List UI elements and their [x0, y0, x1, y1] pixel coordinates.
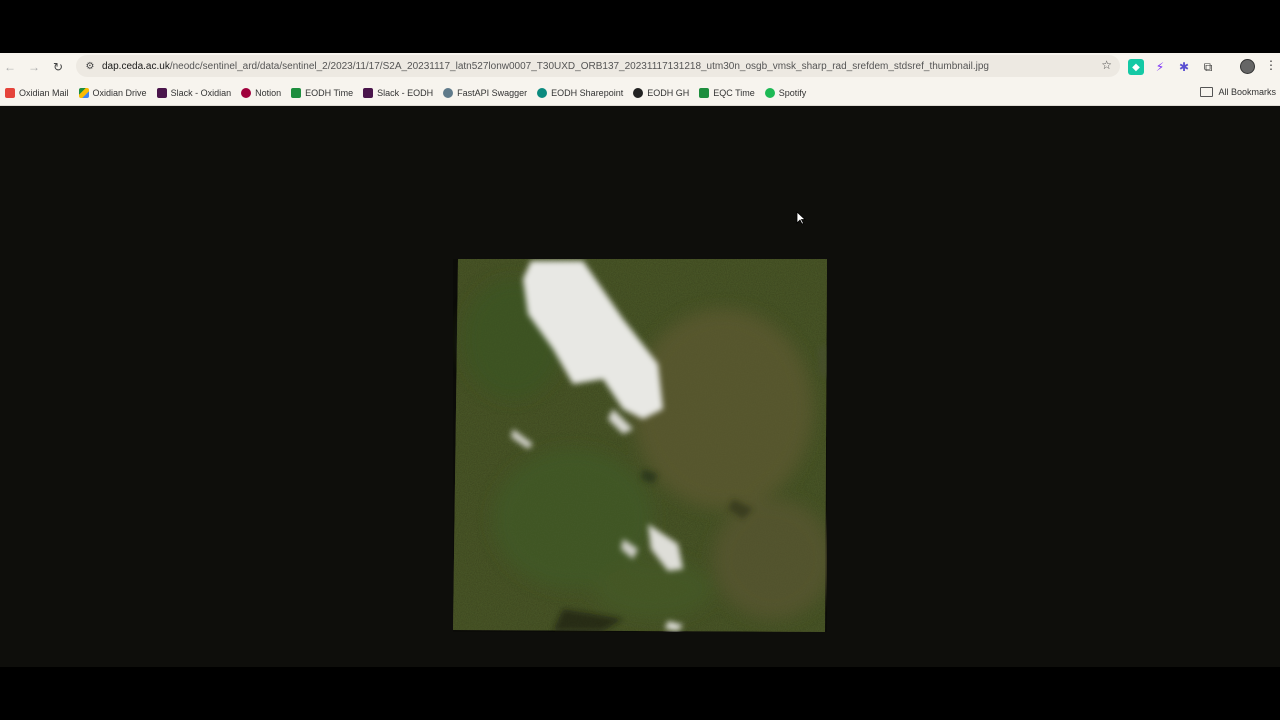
extensions-area: ◆ ⚡ ✱ ⧉	[1128, 57, 1216, 77]
swagger-icon	[443, 87, 454, 98]
bookmark-eqc-time[interactable]: EQC Time	[694, 83, 760, 103]
bookmark-oxidian-mail[interactable]: Oxidian Mail	[0, 83, 74, 103]
page-viewport	[0, 106, 1280, 667]
bookmark-eodh-time[interactable]: EODH Time	[286, 83, 358, 103]
forward-arrow-icon: →	[28, 59, 40, 74]
letterbox-top	[0, 0, 1280, 53]
mouse-cursor-icon	[796, 211, 806, 225]
bookmarks-bar: Oxidian Mail Oxidian Drive Slack - Oxidi…	[0, 80, 1280, 106]
satellite-thumbnail-image	[453, 259, 827, 632]
profile-avatar[interactable]	[1240, 59, 1255, 74]
back-arrow-icon: ←	[4, 59, 16, 74]
bookmark-oxidian-drive[interactable]: Oxidian Drive	[74, 83, 152, 103]
tune-icon: ⚙	[85, 60, 95, 72]
bookmark-eodh-sharepoint[interactable]: EODH Sharepoint	[532, 83, 628, 103]
spotify-icon	[764, 87, 775, 98]
notion-icon	[241, 87, 252, 98]
bookmark-spotify[interactable]: Spotify	[760, 83, 812, 103]
slack-icon	[363, 87, 374, 98]
star-icon: ☆	[1101, 58, 1112, 72]
bookmark-slack-eodh[interactable]: Slack - EODH	[358, 83, 438, 103]
browser-window: ← → ↻ ⚙ dap.ceda.ac.uk/neodc/sentinel_ar…	[0, 53, 1280, 667]
url-text[interactable]: dap.ceda.ac.uk/neodc/sentinel_ard/data/s…	[102, 61, 989, 72]
gear-extension-icon[interactable]: ✱	[1176, 59, 1192, 75]
all-bookmarks-button[interactable]: All Bookmarks	[1200, 82, 1276, 102]
bookmark-notion[interactable]: Notion	[236, 83, 286, 103]
url-path: /neodc/sentinel_ard/data/sentinel_2/2023…	[169, 60, 989, 72]
sheets-icon	[291, 87, 302, 98]
folder-icon	[1200, 87, 1214, 97]
sharepoint-icon	[537, 87, 548, 98]
url-host: dap.ceda.ac.uk	[102, 60, 170, 72]
puzzle-extensions-icon[interactable]: ⧉	[1200, 59, 1216, 75]
gmail-icon	[5, 87, 15, 98]
more-vert-icon: ⋮	[1265, 58, 1277, 72]
bookmark-slack-oxidian[interactable]: Slack - Oxidian	[152, 83, 237, 103]
github-icon	[633, 87, 644, 98]
sheets-icon	[699, 87, 710, 98]
forward-button[interactable]: →	[22, 55, 46, 79]
letterbox-bottom	[0, 667, 1280, 720]
back-button[interactable]: ←	[0, 55, 22, 79]
site-info-button[interactable]: ⚙	[80, 56, 100, 76]
reload-icon: ↻	[52, 59, 64, 74]
browser-menu-button[interactable]: ⋮	[1265, 58, 1277, 72]
bookmark-fastapi-swagger[interactable]: FastAPI Swagger	[438, 83, 532, 103]
browser-toolbar: ← → ↻ ⚙ dap.ceda.ac.uk/neodc/sentinel_ar…	[0, 53, 1280, 80]
teal-extension-icon[interactable]: ◆	[1128, 59, 1144, 75]
slack-icon	[156, 87, 167, 98]
drive-icon	[78, 87, 89, 98]
lightning-extension-icon[interactable]: ⚡	[1152, 59, 1168, 75]
address-bar[interactable]: ⚙ dap.ceda.ac.uk/neodc/sentinel_ard/data…	[76, 55, 1120, 77]
bookmark-star-button[interactable]: ☆	[1101, 58, 1112, 72]
reload-button[interactable]: ↻	[46, 55, 70, 79]
bookmark-eodh-gh[interactable]: EODH GH	[628, 83, 694, 103]
